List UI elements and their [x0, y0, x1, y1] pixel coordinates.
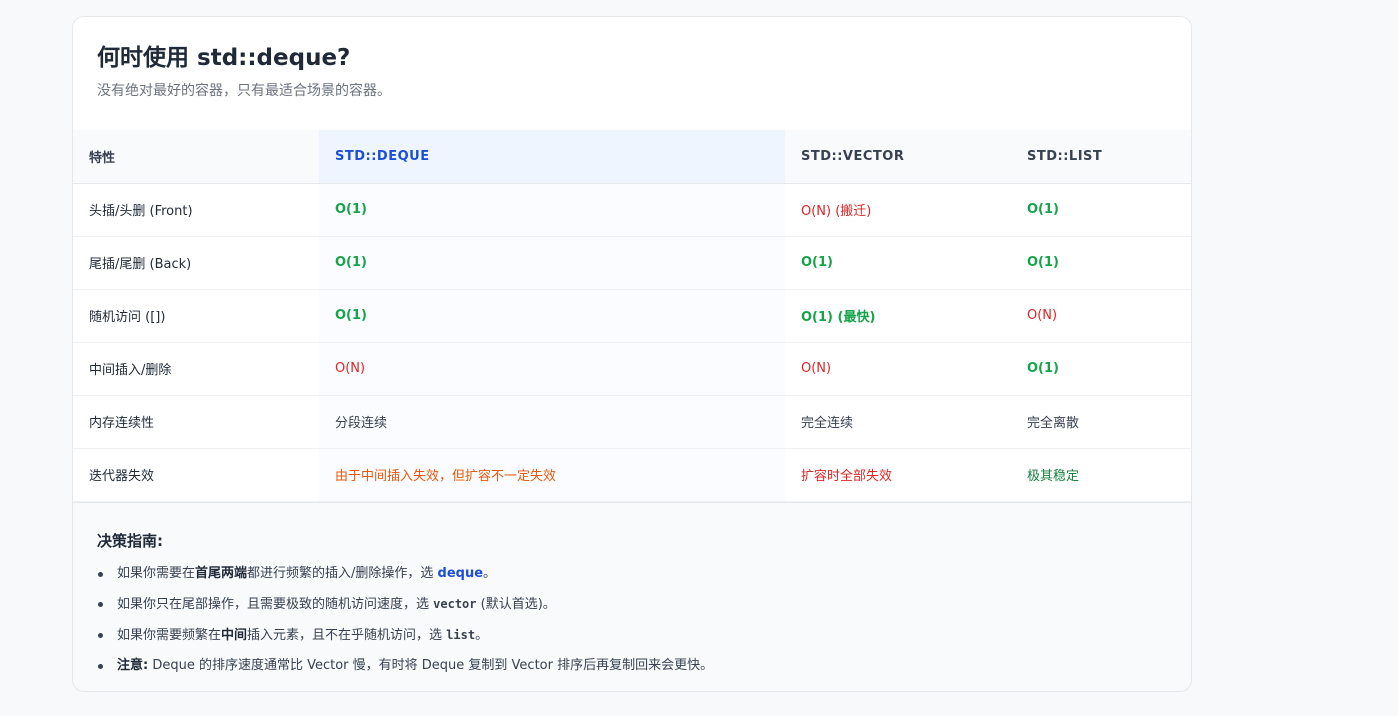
vector-cell: O(1) (最快) [785, 289, 1011, 343]
guide-emphasis: 注意: [117, 657, 149, 673]
vector-cell: O(N) [785, 342, 1011, 396]
deque-cell: O(N) [319, 342, 785, 396]
feature-cell: 头插/头删 (Front) [73, 183, 319, 237]
guide-text: 。 [475, 627, 489, 643]
guide-text: 都进行频繁的插入/删除操作，选 [247, 565, 438, 581]
feature-cell: 随机访问 ([]) [73, 289, 319, 343]
list-item: 如果你需要频繁在中间插入元素，且不在乎随机访问，选 list。 [97, 620, 1167, 651]
guide-code: deque [437, 565, 484, 581]
vector-cell: 完全连续 [785, 395, 1011, 449]
vector-cell: O(1) [785, 236, 1011, 290]
list-item: 如果你需要在首尾两端都进行频繁的插入/删除操作，选 deque。 [97, 559, 1167, 589]
vector-cell: 扩容时全部失效 [785, 448, 1011, 502]
guide-text: 如果你需要在 [117, 565, 196, 581]
column-header-vector: STD::VECTOR [785, 130, 1011, 184]
list-item: 如果你只在尾部操作，且需要极致的随机访问速度，选 vector (默认首选)。 [97, 589, 1167, 620]
list-item: 注意: Deque 的排序速度通常比 Vector 慢，有时将 Deque 复制… [97, 651, 1167, 681]
table-row: 内存连续性 分段连续 完全连续 完全离散 [73, 395, 1191, 449]
guide-emphasis: 首尾两端 [195, 565, 248, 581]
list-cell: 极其稳定 [1011, 448, 1191, 502]
list-cell: O(1) [1011, 236, 1191, 290]
table-row: 尾插/尾删 (Back) O(1) O(1) O(1) [73, 236, 1191, 290]
column-header-feature: 特性 [73, 130, 319, 184]
guide-code: list [446, 627, 476, 642]
table-header-row: 特性 STD::DEQUE STD::VECTOR STD::LIST [73, 130, 1191, 184]
page-title: 何时使用 std::deque? [97, 45, 351, 71]
guide-text: (默认首选)。 [476, 596, 556, 612]
guide-emphasis: 中间 [221, 627, 248, 643]
deque-cell: 分段连续 [319, 395, 785, 449]
guide-list: 如果你需要在首尾两端都进行频繁的插入/删除操作，选 deque。 如果你只在尾部… [97, 559, 1167, 681]
table-row: 中间插入/删除 O(N) O(N) O(1) [73, 342, 1191, 396]
deque-cell: 由于中间插入失效，但扩容不一定失效 [319, 448, 785, 502]
table-row: 迭代器失效 由于中间插入失效，但扩容不一定失效 扩容时全部失效 极其稳定 [73, 448, 1191, 502]
guide-text: 插入元素，且不在乎随机访问，选 [247, 627, 447, 643]
column-header-list: STD::LIST [1011, 130, 1191, 184]
table-row: 随机访问 ([]) O(1) O(1) (最快) O(N) [73, 289, 1191, 343]
feature-cell: 尾插/尾删 (Back) [73, 236, 319, 290]
guide-text: 如果你只在尾部操作，且需要极致的随机访问速度，选 [117, 596, 434, 612]
list-cell: O(1) [1011, 183, 1191, 237]
feature-cell: 内存连续性 [73, 395, 319, 449]
page-subtitle: 没有绝对最好的容器，只有最适合场景的容器。 [97, 83, 391, 99]
feature-cell: 中间插入/删除 [73, 342, 319, 396]
guide-text: 如果你需要频繁在 [117, 627, 222, 643]
deque-cell: O(1) [319, 289, 785, 343]
comparison-table: 特性 STD::DEQUE STD::VECTOR STD::LIST 头插/头… [73, 130, 1191, 502]
column-header-deque: STD::DEQUE [319, 130, 785, 184]
card-header: 何时使用 std::deque? 没有绝对最好的容器，只有最适合场景的容器。 [73, 17, 1191, 130]
list-cell: 完全离散 [1011, 395, 1191, 449]
deque-cell: O(1) [319, 183, 785, 237]
guide-code: vector [433, 596, 477, 611]
guide-text: Deque 的排序速度通常比 Vector 慢，有时将 Deque 复制到 Ve… [148, 657, 714, 673]
vector-cell: O(N) (搬迁) [785, 183, 1011, 237]
guide-text: 。 [483, 565, 497, 581]
guide-title: 决策指南: [97, 531, 163, 550]
deque-cell: O(1) [319, 236, 785, 290]
feature-cell: 迭代器失效 [73, 448, 319, 502]
table-row: 头插/头删 (Front) O(1) O(N) (搬迁) O(1) [73, 183, 1191, 237]
comparison-card: 何时使用 std::deque? 没有绝对最好的容器，只有最适合场景的容器。 特… [72, 16, 1192, 692]
decision-guide: 决策指南: 如果你需要在首尾两端都进行频繁的插入/删除操作，选 deque。 如… [73, 501, 1191, 691]
list-cell: O(1) [1011, 342, 1191, 396]
list-cell: O(N) [1011, 289, 1191, 343]
